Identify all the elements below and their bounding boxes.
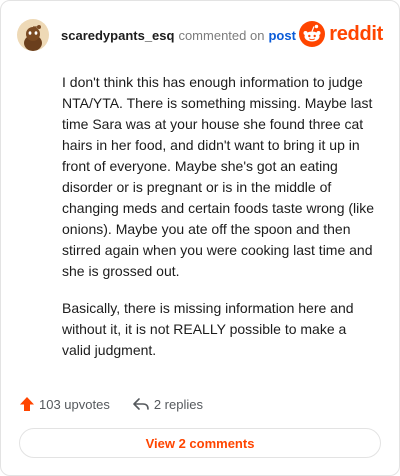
reply-arrow-icon (133, 398, 149, 410)
reply-count: 2 replies (153, 396, 203, 412)
view-comments-button[interactable]: View 2 comments (19, 428, 381, 458)
username[interactable]: scaredypants_esq (61, 28, 174, 43)
user-avatar-icon[interactable] (17, 19, 49, 51)
byline: scaredypants_esq commented on post (61, 28, 296, 43)
post-link[interactable]: post (268, 28, 295, 43)
action-text: commented on (178, 27, 265, 43)
comment-body: I don't think this has enough informatio… (62, 72, 377, 377)
reddit-logo[interactable]: reddit (299, 21, 383, 47)
comment-paragraph: I don't think this has enough informatio… (62, 74, 375, 279)
comment-header: scaredypants_esq commented on post reddi… (17, 17, 383, 53)
comment-footer: 103 upvotes 2 replies (19, 393, 203, 415)
upvote-count: 103 upvotes (39, 396, 110, 412)
reddit-logo-icon (299, 21, 326, 47)
reddit-logo-text: reddit (329, 22, 383, 45)
upvote-stat[interactable]: 103 upvotes (19, 396, 110, 412)
comment-paragraph: Basically, there is missing information … (62, 300, 354, 358)
upvote-arrow-icon (20, 397, 34, 411)
comment-card: scaredypants_esq commented on post reddi… (0, 0, 400, 476)
replies-stat[interactable]: 2 replies (132, 396, 203, 412)
